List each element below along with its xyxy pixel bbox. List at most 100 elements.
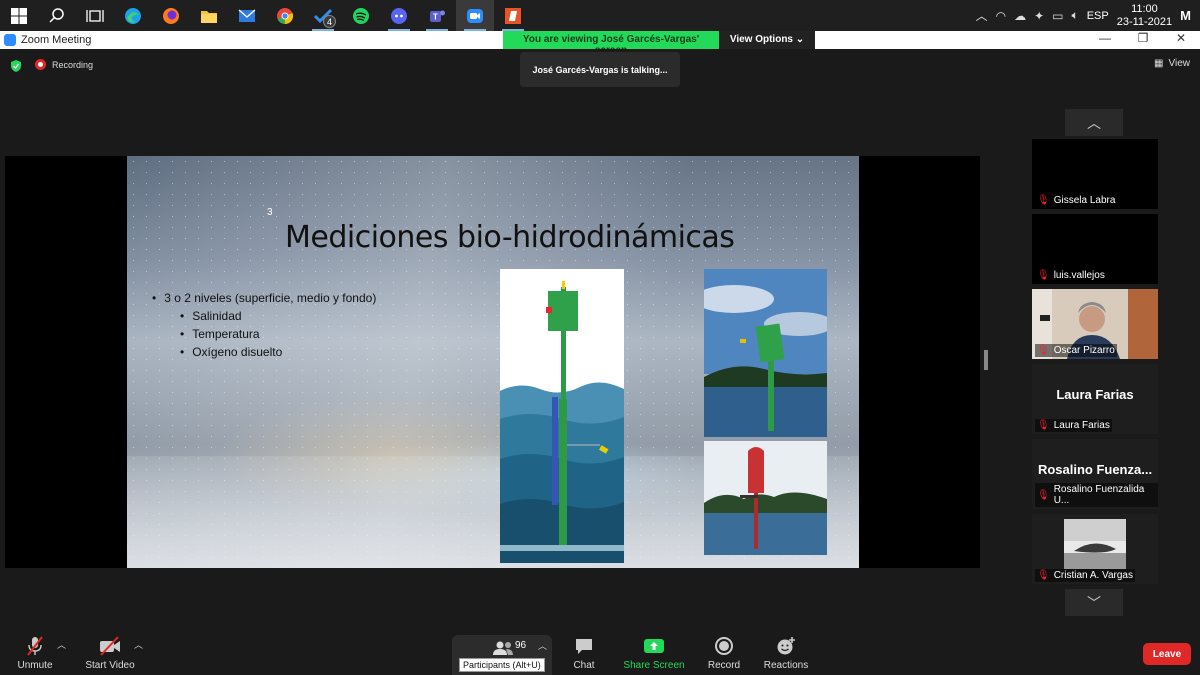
muted-mic-icon: 🎙︎ bbox=[1037, 489, 1050, 501]
muted-mic-icon: 🎙︎ bbox=[1037, 270, 1050, 281]
todo-badge: 4 bbox=[323, 15, 336, 28]
chevron-up-icon[interactable]: ︿ bbox=[976, 7, 988, 24]
reactions-button[interactable]: Reactions bbox=[761, 626, 811, 675]
participants-chevron-icon[interactable]: ︿ bbox=[538, 639, 547, 652]
slide-number: 3 bbox=[267, 207, 273, 218]
participant-name: Oscar Pizarro bbox=[1053, 345, 1115, 356]
powerpoint-icon[interactable] bbox=[494, 0, 532, 31]
zoom-icon[interactable] bbox=[456, 0, 494, 31]
presentation-slide: 3 Mediciones bio-hidrodinámicas 3 o 2 ni… bbox=[127, 156, 859, 568]
reactions-icon bbox=[775, 635, 797, 657]
participant-name-tag: 🎙︎ Rosalino Fuenzalida U... bbox=[1035, 483, 1158, 507]
sub-bullet: Salinidad bbox=[152, 307, 376, 325]
audio-options-chevron-icon[interactable]: ︿ bbox=[57, 638, 66, 651]
firefox-icon[interactable] bbox=[152, 0, 190, 31]
spotify-icon[interactable] bbox=[342, 0, 380, 31]
unmute-button[interactable]: Unmute bbox=[12, 626, 58, 675]
meeting-toolbar: Unmute ︿ Start Video ︿ 96 ︿ Chat Share S… bbox=[0, 626, 1200, 675]
participant-tile[interactable]: Rosalino Fuenza... 🎙︎ Rosalino Fuenzalida… bbox=[1032, 439, 1158, 509]
participant-name: Gissela Labra bbox=[1053, 195, 1116, 206]
chat-button[interactable]: Chat bbox=[562, 626, 606, 675]
panel-resize-handle[interactable] bbox=[984, 350, 988, 370]
windows-taskbar: 4 T ︿ ◠ ☁ ✦ ▭ 🔈︎ ESP 11:00 23-11-2021 M bbox=[0, 0, 1200, 31]
gallery-down-button[interactable]: ﹀ bbox=[1065, 589, 1123, 616]
participant-name-tag: 🎙︎ Cristian A. Vargas bbox=[1035, 569, 1135, 582]
participant-tile[interactable]: 🎙︎ Gissela Labra bbox=[1032, 139, 1158, 209]
chevron-down-icon: ﹀ bbox=[1087, 594, 1101, 611]
buoy-photo-1 bbox=[704, 269, 827, 437]
share-screen-button[interactable]: Share Screen bbox=[622, 626, 686, 675]
muted-mic-icon: 🎙︎ bbox=[1037, 420, 1050, 431]
start-video-label: Start Video bbox=[85, 660, 135, 671]
minimize-icon[interactable]: — bbox=[1086, 31, 1124, 45]
share-screen-icon bbox=[643, 635, 665, 657]
dropbox-icon[interactable]: ✦ bbox=[1034, 9, 1044, 23]
mail-icon[interactable] bbox=[228, 0, 266, 31]
svg-text:T: T bbox=[433, 12, 438, 21]
windows-start-icon[interactable] bbox=[0, 0, 38, 31]
recording-label: Recording bbox=[52, 59, 94, 70]
participant-tile[interactable]: Laura Farias 🎙︎ Laura Farias bbox=[1032, 364, 1158, 434]
todo-icon[interactable]: 4 bbox=[304, 0, 342, 31]
teams-icon[interactable]: T bbox=[418, 0, 456, 31]
muted-mic-icon: 🎙︎ bbox=[1037, 570, 1050, 581]
view-options-button[interactable]: View Options ⌄ bbox=[719, 31, 815, 49]
recording-indicator[interactable]: Recording bbox=[35, 59, 93, 70]
active-speaker-toast: José Garcés-Vargas is talking... bbox=[520, 52, 680, 87]
leave-button[interactable]: Leave bbox=[1143, 643, 1191, 665]
edge-icon[interactable] bbox=[114, 0, 152, 31]
participant-photo bbox=[1064, 519, 1126, 569]
participant-name-tag: 🎙︎ Laura Farias bbox=[1035, 419, 1112, 432]
notification-icon[interactable]: M bbox=[1180, 8, 1191, 23]
video-options-chevron-icon[interactable]: ︿ bbox=[134, 638, 143, 651]
view-label: View bbox=[1168, 58, 1191, 69]
record-button[interactable]: Record bbox=[703, 626, 745, 675]
close-icon[interactable]: ✕ bbox=[1162, 31, 1200, 45]
security-shield-icon[interactable] bbox=[10, 60, 22, 72]
participants-icon bbox=[493, 641, 513, 655]
participant-display-name: Rosalino Fuenza... bbox=[1037, 462, 1153, 477]
maximize-icon[interactable]: ❐ bbox=[1124, 31, 1162, 45]
recording-icon bbox=[35, 59, 46, 70]
start-video-button[interactable]: Start Video bbox=[80, 626, 140, 675]
volume-icon[interactable]: 🔈︎ bbox=[1071, 8, 1078, 23]
window-title: Zoom Meeting bbox=[21, 34, 92, 46]
participant-name: Cristian A. Vargas bbox=[1053, 570, 1133, 581]
meeting-stage: Recording José Garcés-Vargas is talking.… bbox=[0, 49, 1200, 675]
buoy-diagram-image bbox=[500, 269, 624, 563]
slide-bullets: 3 o 2 niveles (superficie, medio y fondo… bbox=[152, 289, 376, 361]
zoom-logo-icon bbox=[4, 34, 16, 46]
discord-icon[interactable] bbox=[380, 0, 418, 31]
clock[interactable]: 11:00 23-11-2021 bbox=[1117, 3, 1172, 29]
chat-icon bbox=[574, 635, 594, 657]
grid-view-icon: ▦ bbox=[1154, 58, 1164, 69]
participant-name: Laura Farias bbox=[1053, 420, 1110, 431]
participant-video-tile[interactable]: 🎙︎ Oscar Pizarro bbox=[1032, 289, 1158, 359]
onedrive-icon[interactable]: ☁ bbox=[1014, 9, 1026, 23]
search-icon[interactable] bbox=[38, 0, 76, 31]
chrome-icon[interactable] bbox=[266, 0, 304, 31]
participant-name: luis.vallejos bbox=[1053, 270, 1105, 281]
viewing-banner: You are viewing José Garcés-Vargas' scre… bbox=[503, 31, 815, 56]
gallery-up-button[interactable]: ︿ bbox=[1065, 109, 1123, 136]
chevron-down-icon: ⌄ bbox=[795, 34, 805, 45]
muted-mic-icon: 🎙︎ bbox=[1037, 195, 1050, 206]
participant-name-tag: 🎙︎ Gissela Labra bbox=[1035, 194, 1118, 207]
battery-icon[interactable]: ▭ bbox=[1052, 9, 1063, 23]
participant-tile[interactable]: 🎙︎ luis.vallejos bbox=[1032, 214, 1158, 284]
wifi-icon[interactable]: ◠ bbox=[996, 9, 1006, 23]
bullet-main: 3 o 2 niveles (superficie, medio y fondo… bbox=[152, 289, 376, 307]
shared-screen[interactable]: 3 Mediciones bio-hidrodinámicas 3 o 2 ni… bbox=[5, 156, 980, 568]
file-explorer-icon[interactable] bbox=[190, 0, 228, 31]
participant-name: Rosalino Fuenzalida U... bbox=[1053, 484, 1145, 506]
participant-tile[interactable]: 🎙︎ Cristian A. Vargas bbox=[1032, 514, 1158, 584]
viewing-screen-label: You are viewing José Garcés-Vargas' scre… bbox=[503, 31, 719, 56]
chevron-up-icon: ︿ bbox=[1087, 114, 1101, 131]
window-controls: — ❐ ✕ bbox=[1086, 31, 1200, 45]
language-indicator[interactable]: ESP bbox=[1087, 10, 1109, 22]
sub-bullet: Temperatura bbox=[152, 325, 376, 343]
chat-label: Chat bbox=[573, 660, 595, 671]
unmute-label: Unmute bbox=[17, 660, 53, 671]
view-layout-button[interactable]: ▦ View bbox=[1154, 58, 1190, 69]
task-view-icon[interactable] bbox=[76, 0, 114, 31]
